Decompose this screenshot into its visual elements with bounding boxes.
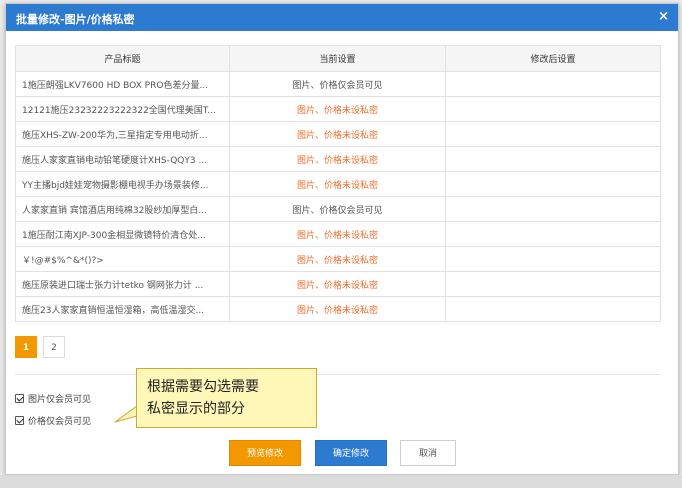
- product-title-cell: 施压原装进口瑞士张力计tetko 钢网张力计 ...: [15, 271, 230, 297]
- preview-button[interactable]: 预览修改: [229, 440, 301, 466]
- product-title-cell: 1施压耐江南XJP-300金相显微镜特价清仓处...: [15, 221, 230, 247]
- modified-setting-cell: [445, 296, 661, 322]
- image-member-label: 图片仅会员可见: [28, 395, 92, 405]
- price-member-option[interactable]: 价格仅会员可见: [15, 414, 91, 427]
- modified-setting-cell: [445, 121, 661, 147]
- table-row: YY主播bjd娃娃宠物摄影棚电视手办场景装修... 图片、价格未设私密: [15, 171, 661, 197]
- current-setting-cell: 图片、价格仅会员可见: [229, 71, 446, 97]
- column-header-current: 当前设置: [229, 45, 446, 72]
- close-icon[interactable]: ×: [658, 9, 669, 24]
- divider: [15, 374, 660, 375]
- callout-line-1: 根据需要勾选需要: [147, 379, 259, 395]
- dialog-title: 批量修改-图片/价格私密: [16, 13, 135, 26]
- table-header-row: 产品标题 当前设置 修改后设置: [15, 45, 661, 72]
- page-1-button[interactable]: 1: [15, 336, 37, 358]
- column-header-modified: 修改后设置: [445, 45, 661, 72]
- current-setting-cell: 图片、价格未设私密: [229, 121, 446, 147]
- current-setting-cell: 图片、价格未设私密: [229, 96, 446, 122]
- current-setting-cell: 图片、价格未设私密: [229, 246, 446, 272]
- confirm-button[interactable]: 确定修改: [315, 440, 387, 466]
- price-member-label: 价格仅会员可见: [28, 417, 92, 427]
- price-member-checkbox[interactable]: [15, 416, 24, 425]
- product-title-cell: 1施压朗强LKV7600 HD BOX PRO色差分量...: [15, 71, 230, 97]
- product-title-cell: 人家家直销 宾馆酒店用纯棉32股纱加厚型白...: [15, 196, 230, 222]
- current-setting-cell: 图片、价格未设私密: [229, 146, 446, 172]
- table-row: ￥!@#$%^&*()?> 图片、价格未设私密: [15, 246, 661, 272]
- modified-setting-cell: [445, 171, 661, 197]
- image-member-option[interactable]: 图片仅会员可见: [15, 392, 91, 405]
- product-title-cell: 12121施压23232223222322全国代理美国T...: [15, 96, 230, 122]
- dialog-titlebar: 批量修改-图片/价格私密 ×: [6, 4, 678, 31]
- modified-setting-cell: [445, 96, 661, 122]
- modified-setting-cell: [445, 146, 661, 172]
- product-title-cell: YY主播bjd娃娃宠物摄影棚电视手办场景装修...: [15, 171, 230, 197]
- product-title-cell: ￥!@#$%^&*()?>: [15, 246, 230, 272]
- modified-setting-cell: [445, 221, 661, 247]
- background-strip: [0, 475, 682, 488]
- image-member-checkbox[interactable]: [15, 394, 24, 403]
- modified-setting-cell: [445, 71, 661, 97]
- table-row: 施压23人家家直销恒温恒湿箱，高低温湿交... 图片、价格未设私密: [15, 296, 661, 322]
- callout-line-2: 私密显示的部分: [147, 401, 245, 417]
- product-title-cell: 施压23人家家直销恒温恒湿箱，高低温湿交...: [15, 296, 230, 322]
- pagination: 1 2: [15, 336, 65, 358]
- table-row: 施压XHS-ZW-200华为,三星指定专用电动折... 图片、价格未设私密: [15, 121, 661, 147]
- table-row: 施压原装进口瑞士张力计tetko 钢网张力计 ... 图片、价格未设私密: [15, 271, 661, 297]
- page-2-button[interactable]: 2: [43, 336, 65, 358]
- current-setting-cell: 图片、价格未设私密: [229, 171, 446, 197]
- cancel-button[interactable]: 取消: [400, 440, 456, 466]
- modified-setting-cell: [445, 196, 661, 222]
- table-row: 施压人家家直销电动铅笔硬度计XHS-QQY3 ... 图片、价格未设私密: [15, 146, 661, 172]
- column-header-title: 产品标题: [15, 45, 230, 72]
- product-table: 产品标题 当前设置 修改后设置 1施压朗强LKV7600 HD BOX PRO色…: [15, 45, 661, 322]
- table-row: 人家家直销 宾馆酒店用纯棉32股纱加厚型白... 图片、价格仅会员可见: [15, 196, 661, 222]
- product-title-cell: 施压人家家直销电动铅笔硬度计XHS-QQY3 ...: [15, 146, 230, 172]
- modified-setting-cell: [445, 246, 661, 272]
- current-setting-cell: 图片、价格未设私密: [229, 271, 446, 297]
- instruction-callout: 根据需要勾选需要 私密显示的部分: [136, 368, 317, 428]
- current-setting-cell: 图片、价格未设私密: [229, 296, 446, 322]
- table-row: 12121施压23232223222322全国代理美国T... 图片、价格未设私密: [15, 96, 661, 122]
- current-setting-cell: 图片、价格仅会员可见: [229, 196, 446, 222]
- current-setting-cell: 图片、价格未设私密: [229, 221, 446, 247]
- table-row: 1施压耐江南XJP-300金相显微镜特价清仓处... 图片、价格未设私密: [15, 221, 661, 247]
- table-row: 1施压朗强LKV7600 HD BOX PRO色差分量... 图片、价格仅会员可见: [15, 71, 661, 97]
- product-title-cell: 施压XHS-ZW-200华为,三星指定专用电动折...: [15, 121, 230, 147]
- modified-setting-cell: [445, 271, 661, 297]
